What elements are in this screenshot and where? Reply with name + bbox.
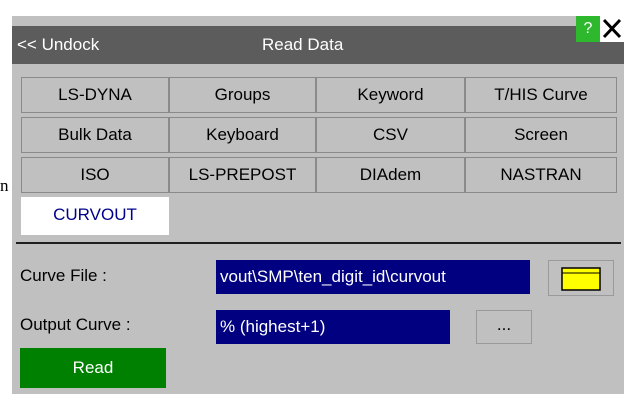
close-icon	[602, 18, 622, 39]
close-button[interactable]	[600, 16, 624, 42]
title-bar: << Undock Read Data	[12, 26, 624, 64]
browse-folder-button[interactable]	[548, 260, 614, 296]
read-data-panel: << Undock Read Data ? LS-DYNA Groups Key…	[12, 16, 624, 394]
tab-iso[interactable]: ISO	[21, 157, 169, 193]
folder-icon	[561, 267, 601, 291]
tab-nastran[interactable]: NASTRAN	[465, 157, 617, 193]
tab-keyboard[interactable]: Keyboard	[169, 117, 316, 153]
output-options-button[interactable]: ...	[476, 310, 532, 344]
tab-keyword[interactable]: Keyword	[316, 77, 465, 113]
tab-groups[interactable]: Groups	[169, 77, 316, 113]
output-curve-input[interactable]: % (highest+1)	[216, 310, 450, 344]
curve-file-label: Curve File :	[20, 266, 107, 285]
question-icon: ?	[583, 20, 593, 37]
tab-ls-prepost[interactable]: LS-PREPOST	[169, 157, 316, 193]
tab-csv[interactable]: CSV	[316, 117, 465, 153]
read-button[interactable]: Read	[20, 348, 166, 388]
clipped-edge-text: n	[0, 176, 9, 195]
tab-bulk-data[interactable]: Bulk Data	[21, 117, 169, 153]
panel-title: Read Data	[262, 35, 344, 54]
curve-file-input[interactable]: vout\SMP\ten_digit_id\curvout	[216, 260, 530, 294]
tab-ls-dyna[interactable]: LS-DYNA	[21, 77, 169, 113]
tab-diadem[interactable]: DIAdem	[316, 157, 465, 193]
divider	[16, 242, 621, 244]
output-curve-label: Output Curve :	[20, 315, 131, 334]
tab-curvout[interactable]: CURVOUT	[21, 197, 169, 235]
tab-this-curve[interactable]: T/HIS Curve	[465, 77, 617, 113]
undock-button[interactable]: << Undock	[17, 35, 99, 55]
tab-screen[interactable]: Screen	[465, 117, 617, 153]
help-button[interactable]: ?	[576, 16, 600, 42]
